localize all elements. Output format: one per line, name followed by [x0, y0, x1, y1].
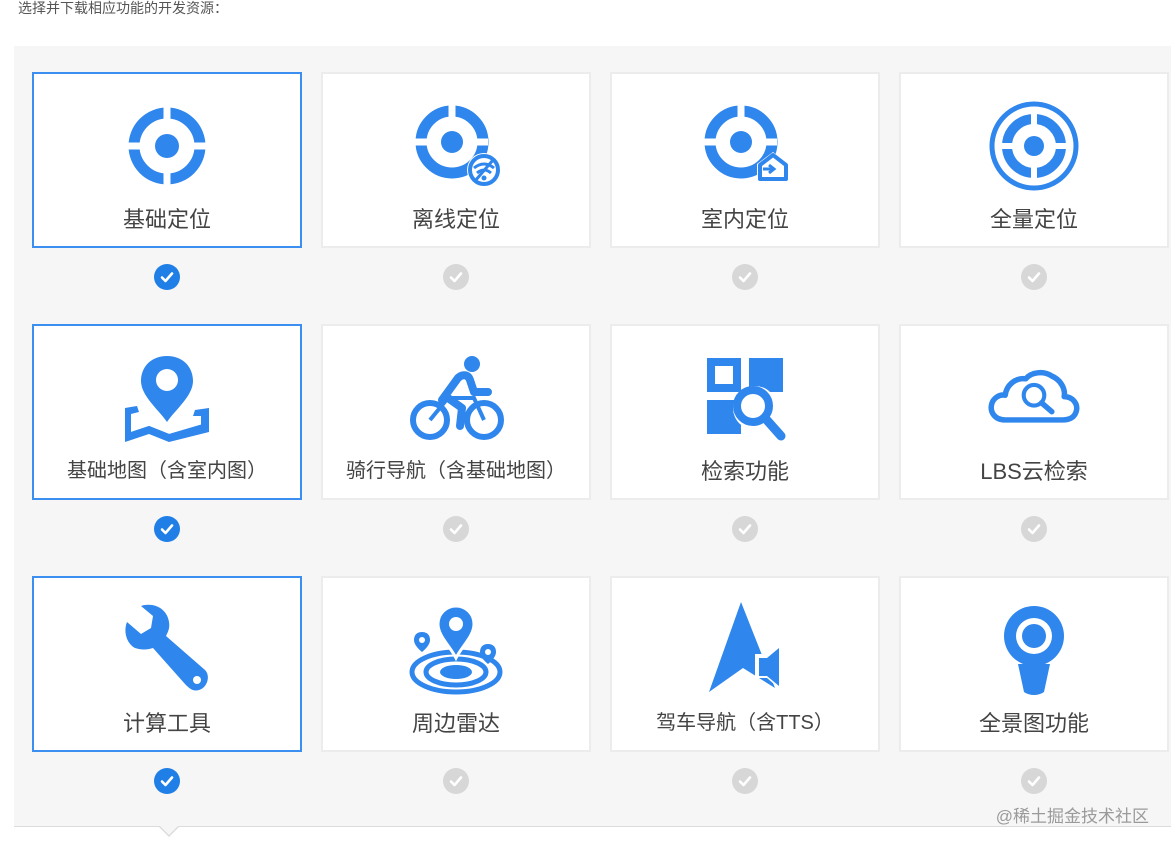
module-cycling-navigation: 骑行导航（含基础地图） [321, 324, 591, 576]
module-label: 计算工具 [122, 711, 211, 736]
check-icon[interactable] [443, 264, 469, 290]
check-icon[interactable] [443, 768, 469, 794]
radar-pin-icon [408, 602, 504, 698]
module-panorama: 全景图功能 [899, 576, 1169, 828]
module-label: LBS云检索 [980, 459, 1088, 484]
module-basic-location: 基础定位 [32, 72, 302, 324]
module-label: 全量定位 [989, 207, 1078, 232]
module-card[interactable]: 离线定位 [321, 72, 591, 248]
module-label: 周边雷达 [411, 711, 500, 736]
check-icon[interactable] [154, 768, 180, 794]
module-label: 离线定位 [411, 207, 500, 232]
module-driving-navigation: 驾车导航（含TTS） [610, 576, 880, 828]
module-card[interactable]: 检索功能 [610, 324, 880, 500]
navigation-arrow-icon [697, 602, 793, 698]
check-icon[interactable] [1021, 516, 1047, 542]
module-label: 检索功能 [700, 459, 789, 484]
cloud-search-icon [986, 350, 1082, 446]
module-label: 基础地图（含室内图） [67, 460, 267, 482]
module-label: 全景图功能 [978, 711, 1089, 736]
module-card[interactable]: 基础定位 [32, 72, 302, 248]
check-icon[interactable] [1021, 768, 1047, 794]
intro-text: 选择并下载相应功能的开发资源： [18, 0, 228, 16]
module-basic-map: 基础地图（含室内图） [32, 324, 302, 576]
module-indoor-location: 室内定位 [610, 72, 880, 324]
check-icon[interactable] [732, 516, 758, 542]
check-icon[interactable] [443, 516, 469, 542]
module-card[interactable]: 基础地图（含室内图） [32, 324, 302, 500]
module-lbs-cloud-search: LBS云检索 [899, 324, 1169, 576]
module-label: 室内定位 [700, 207, 789, 232]
module-grid: 基础定位 离线定位 室内定位 全量定位 基础地图（含室内图） 骑行导航（含基础地… [32, 72, 1169, 828]
search-grid-icon [697, 350, 793, 446]
module-card[interactable]: 骑行导航（含基础地图） [321, 324, 591, 500]
module-card[interactable]: 驾车导航（含TTS） [610, 576, 880, 752]
check-icon[interactable] [154, 264, 180, 290]
module-card[interactable]: 全量定位 [899, 72, 1169, 248]
check-icon[interactable] [154, 516, 180, 542]
module-card[interactable]: LBS云检索 [899, 324, 1169, 500]
module-offline-location: 离线定位 [321, 72, 591, 324]
cyclist-icon [408, 350, 504, 446]
module-card[interactable]: 全景图功能 [899, 576, 1169, 752]
location-crosshair-icon [119, 98, 215, 194]
module-full-location: 全量定位 [899, 72, 1169, 324]
module-search: 检索功能 [610, 324, 880, 576]
map-pin-icon [119, 350, 215, 446]
check-icon[interactable] [1021, 264, 1047, 290]
indoor-location-icon [697, 98, 793, 194]
module-calc-tools: 计算工具 [32, 576, 302, 828]
module-label: 驾车导航（含TTS） [656, 712, 834, 734]
check-icon[interactable] [732, 264, 758, 290]
module-card[interactable]: 周边雷达 [321, 576, 591, 752]
check-icon[interactable] [732, 768, 758, 794]
module-nearby-radar: 周边雷达 [321, 576, 591, 828]
wrench-icon [119, 602, 215, 698]
module-label: 基础定位 [122, 207, 211, 232]
full-location-icon [986, 98, 1082, 194]
watermark: @稀土掘金技术社区 [995, 807, 1149, 826]
panorama-icon [986, 602, 1082, 698]
module-card[interactable]: 室内定位 [610, 72, 880, 248]
module-label: 骑行导航（含基础地图） [346, 460, 566, 482]
module-card[interactable]: 计算工具 [32, 576, 302, 752]
offline-location-icon [408, 98, 504, 194]
